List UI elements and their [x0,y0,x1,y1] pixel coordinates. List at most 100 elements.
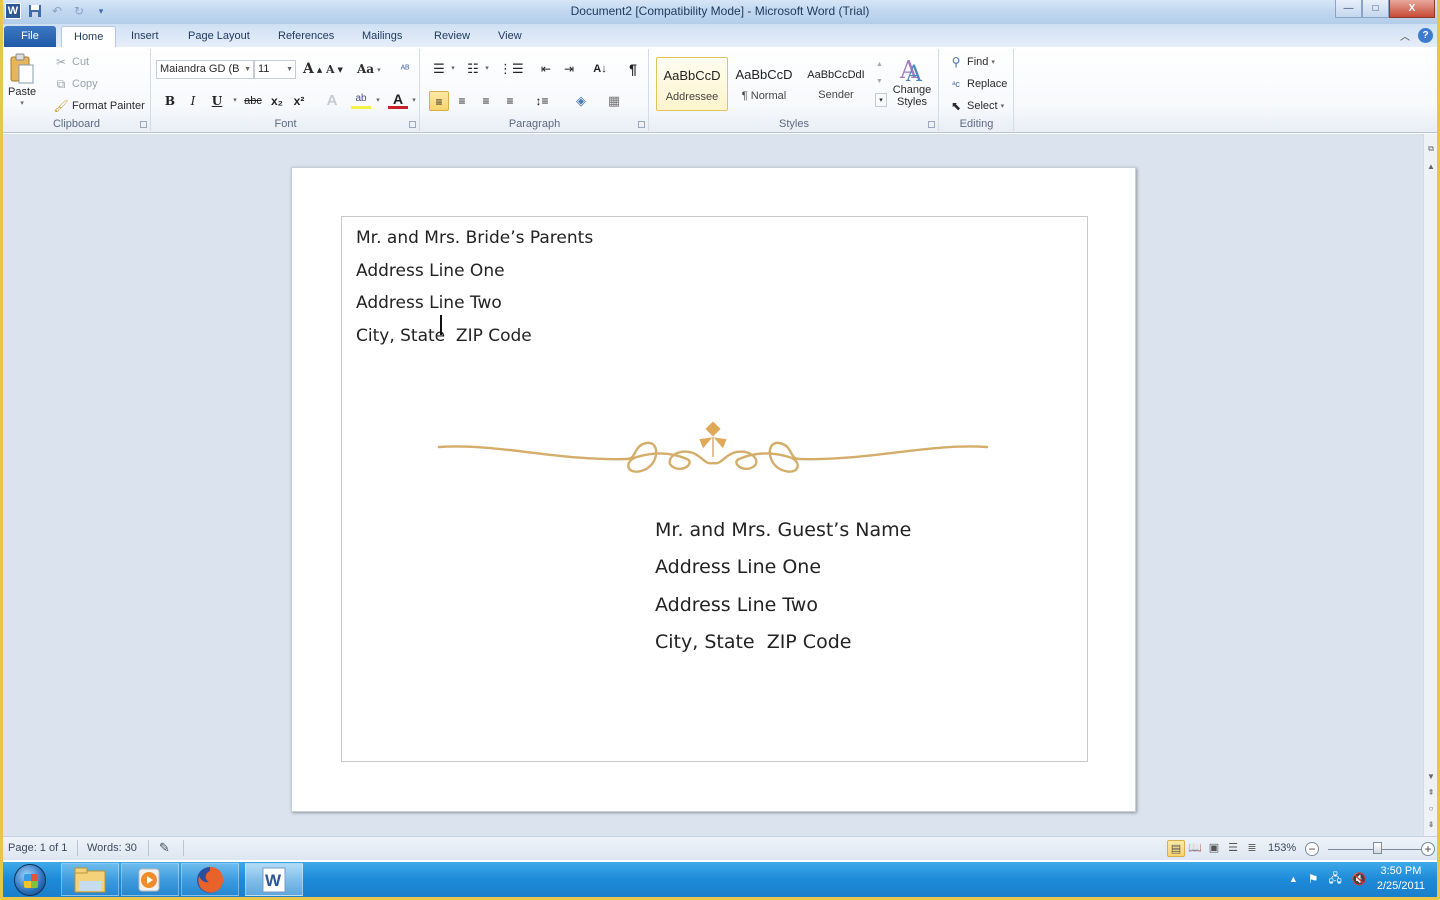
text-cursor [440,315,442,335]
clear-formatting-button[interactable]: ᴬᴮ [397,61,413,77]
proofing-icon[interactable]: ✎ [159,840,170,856]
help-icon[interactable]: ? [1418,28,1433,43]
taskbar-firefox[interactable] [181,863,239,896]
next-page-button[interactable]: ⇟ [1424,818,1437,832]
tab-file[interactable]: File [4,26,56,47]
superscript-button[interactable]: x² [289,91,309,111]
clipboard-launcher[interactable] [140,121,147,128]
sender-address[interactable]: Mr. and Mrs. Bride’s Parents Address Lin… [356,228,593,359]
shading-button[interactable]: ◈ [571,91,591,111]
shrink-font-button[interactable]: A ▼ [326,63,343,76]
view-ruler-icon[interactable]: ⧉ [1424,142,1437,156]
styles-launcher[interactable] [928,121,935,128]
tab-mailings[interactable]: Mailings [350,26,414,47]
justify-button[interactable]: ≡ [500,91,520,111]
start-button[interactable] [5,863,55,896]
style-addressee[interactable]: AaBbCcD Addressee [656,57,728,111]
subscript-button[interactable]: x₂ [267,91,287,111]
minimize-ribbon-icon[interactable]: ︿ [1400,28,1410,43]
styles-scroll[interactable]: ▲ ▼ [876,61,883,85]
action-center-flag-icon[interactable]: ⚑ [1308,872,1319,886]
sort-button[interactable]: A↓ [590,59,610,79]
style-sender[interactable]: AaBbCcDdI Sender [800,57,872,111]
outline-view-button[interactable]: ☰ [1224,840,1242,857]
previous-page-button[interactable]: ⇞ [1424,786,1437,800]
paste-label: Paste [8,86,37,98]
underline-button[interactable]: U [207,91,227,111]
zoom-slider-thumb[interactable] [1373,842,1382,854]
font-launcher[interactable] [409,121,416,128]
scroll-up-arrow[interactable]: ▲ [1424,160,1437,174]
clock-time: 3:50 PM [1380,865,1422,877]
vertical-scrollbar[interactable]: ⧉ ▲ ▼ ⇞ ○ ⇟ [1423,134,1437,836]
change-case-button[interactable]: Aa ▾ [357,62,381,76]
text-effects-button[interactable]: A [322,91,342,111]
increase-indent-button[interactable]: ⇥ [559,59,579,79]
paragraph-launcher[interactable] [638,121,645,128]
full-screen-reading-button[interactable]: 📖 [1186,840,1204,857]
find-button[interactable]: ⚲ Find ▾ [948,54,995,70]
svg-text:A: A [905,62,923,84]
network-icon[interactable]: 🖧 [1329,869,1342,890]
maximize-button[interactable]: □ [1362,0,1389,18]
style-name: ¶ Normal [741,90,787,102]
copy-button[interactable]: ⧉ Copy [53,76,98,92]
draft-view-button[interactable]: ≣ [1243,840,1261,857]
taskbar-media-player[interactable] [121,863,179,896]
zoom-in-button[interactable]: + [1421,842,1435,856]
bold-button[interactable]: B [160,91,180,111]
grow-font-button[interactable]: A ▲ [303,61,322,77]
web-layout-button[interactable]: ▣ [1205,840,1223,857]
borders-button[interactable]: ▦ [604,91,624,111]
browse-object-button[interactable]: ○ [1424,802,1437,816]
cut-button[interactable]: ✂ Cut [53,54,89,70]
tab-home[interactable]: Home [61,26,117,47]
minimize-button[interactable]: — [1335,0,1362,18]
zoom-out-button[interactable]: − [1305,842,1319,856]
paste-button[interactable]: Paste ▾ [8,53,36,107]
highlight-dropdown[interactable]: ▾ [368,91,388,111]
document-area[interactable]: Mr. and Mrs. Bride’s Parents Address Lin… [3,134,1423,836]
zoom-level[interactable]: 153% [1268,842,1296,854]
multilevel-list-button[interactable]: ⋮☰ [499,59,524,79]
styles-more-button[interactable]: ▾ [875,93,887,107]
font-size-combo[interactable]: 11 ▼ [254,60,296,79]
envelope-textbox[interactable]: Mr. and Mrs. Bride’s Parents Address Lin… [341,216,1088,762]
volume-muted-icon[interactable]: 🔇 [1352,872,1367,886]
tab-insert[interactable]: Insert [119,26,171,47]
align-right-button[interactable]: ≡ [476,91,496,111]
select-button[interactable]: ⬉ Select ▾ [948,98,1004,114]
replace-button[interactable]: ᵃc Replace [948,76,1007,92]
tab-page-layout[interactable]: Page Layout [176,26,262,47]
format-painter-button[interactable]: 🖌 Format Painter [53,98,144,114]
document-page[interactable]: Mr. and Mrs. Bride’s Parents Address Lin… [291,167,1136,812]
decrease-indent-button[interactable]: ⇤ [536,59,556,79]
style-normal[interactable]: AaBbCcD ¶ Normal [728,57,800,111]
style-name: Addressee [665,91,719,103]
scroll-down-arrow[interactable]: ▼ [1424,770,1437,784]
show-hidden-icons[interactable]: ▲ [1289,874,1298,884]
print-layout-view-button[interactable]: ▤ [1167,840,1185,857]
font-name-combo[interactable]: Maiandra GD (B ▼ [156,60,254,79]
tab-view[interactable]: View [486,26,534,47]
numbering-dropdown[interactable]: ▾ [477,59,497,79]
tab-references[interactable]: References [266,26,346,47]
ribbon: Paste ▾ ✂ Cut ⧉ Copy 🖌 Format Painter Cl… [3,47,1437,133]
strikethrough-button[interactable]: abc [243,91,263,111]
show-marks-button[interactable]: ¶ [623,59,643,79]
align-left-button[interactable]: ≡ [429,91,449,111]
taskbar-word[interactable]: W [245,863,303,896]
recipient-address[interactable]: Mr. and Mrs. Guest’s Name Address Line O… [655,519,911,668]
page-count[interactable]: Page: 1 of 1 [8,842,67,854]
word-count[interactable]: Words: 30 [87,842,137,854]
clock[interactable]: 3:50 PM 2/25/2011 [1377,864,1425,894]
underline-dropdown[interactable]: ▾ [225,91,245,111]
tab-review[interactable]: Review [422,26,482,47]
line-spacing-button[interactable]: ↕≡ [532,91,552,111]
italic-button[interactable]: I [183,91,203,111]
change-styles-button[interactable]: AA Change Styles [890,54,934,108]
close-button[interactable]: X [1389,0,1435,18]
taskbar-explorer[interactable] [61,863,119,896]
bullets-dropdown[interactable]: ▾ [443,59,463,79]
align-center-button[interactable]: ≡ [452,91,472,111]
